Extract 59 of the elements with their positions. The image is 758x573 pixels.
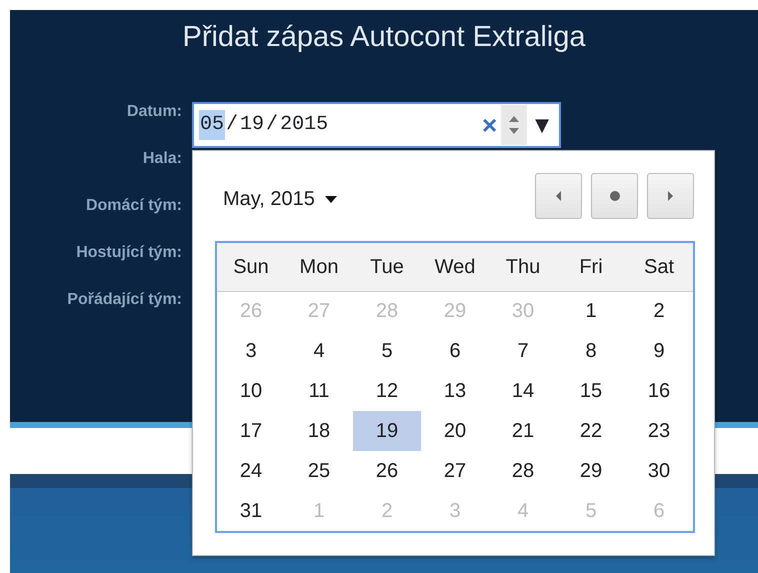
date-segment[interactable]: /	[265, 110, 280, 140]
day-cell[interactable]: 19	[353, 411, 421, 451]
day-cell[interactable]: 26	[353, 451, 421, 491]
weekday-header: Mon	[285, 243, 353, 291]
day-cell[interactable]: 20	[421, 411, 489, 451]
day-cell[interactable]: 8	[557, 331, 625, 371]
day-cell[interactable]: 30	[625, 451, 693, 491]
weekday-header: Sun	[217, 243, 285, 291]
page-title: Přidat zápas Autocont Extraliga	[181, 20, 586, 55]
field-label: Hostující tým:	[75, 242, 182, 262]
day-cell[interactable]: 28	[489, 451, 557, 491]
day-cell[interactable]: 14	[489, 371, 557, 411]
day-cell[interactable]: 13	[421, 371, 489, 411]
day-cell[interactable]: 29	[557, 451, 625, 491]
date-segment[interactable]: /	[225, 110, 240, 140]
right-triangle-icon	[668, 191, 673, 201]
day-cell[interactable]: 7	[489, 331, 557, 371]
field-label: Hala:	[142, 148, 182, 168]
day-cell[interactable]: 9	[625, 331, 693, 371]
day-cell[interactable]: 4	[285, 331, 353, 371]
dropdown-button[interactable]: ▼	[535, 112, 549, 138]
day-cell[interactable]: 12	[353, 371, 421, 411]
dot-icon	[610, 191, 620, 201]
day-cell[interactable]: 31	[217, 491, 285, 531]
day-cell[interactable]: 16	[625, 371, 693, 411]
day-cell[interactable]: 23	[625, 411, 693, 451]
day-cell[interactable]: 17	[217, 411, 285, 451]
date-segment[interactable]: 2015	[279, 110, 330, 140]
day-cell[interactable]: 25	[285, 451, 353, 491]
clear-button[interactable]: ×	[482, 112, 498, 138]
month-selector[interactable]: May, 2015	[223, 184, 337, 214]
day-cell[interactable]: 15	[557, 371, 625, 411]
day-cell[interactable]: 21	[489, 411, 557, 451]
day-cell[interactable]: 24	[217, 451, 285, 491]
field-label: Pořádající tým:	[66, 290, 182, 310]
day-cell[interactable]: 27	[421, 451, 489, 491]
date-segment[interactable]: 05	[199, 110, 226, 140]
field-label: Domácí tým:	[84, 196, 182, 216]
weekday-header: Sat	[625, 243, 693, 291]
spin-button[interactable]	[501, 105, 528, 145]
left-triangle-icon	[556, 191, 561, 201]
day-cell[interactable]: 1	[557, 291, 625, 331]
day-cell[interactable]: 11	[285, 371, 353, 411]
weekday-header: Tue	[353, 243, 421, 291]
day-cell[interactable]: 5	[353, 331, 421, 371]
field-label: Datum:	[126, 102, 182, 122]
day-cell[interactable]: 22	[557, 411, 625, 451]
caret-icon	[324, 196, 337, 202]
day-cell[interactable]: 10	[217, 371, 285, 411]
weekday-header: Thu	[489, 243, 557, 291]
weekday-header: Fri	[557, 243, 625, 291]
today-button[interactable]	[591, 173, 638, 219]
day-cell[interactable]: 6	[421, 331, 489, 371]
day-cell[interactable]: 18	[285, 411, 353, 451]
date-field[interactable]: 05/19/2015 × ▼	[192, 102, 561, 148]
day-cell[interactable]: 3	[217, 331, 285, 371]
day-cell[interactable]: 2	[625, 291, 693, 331]
weekday-header: Wed	[421, 243, 489, 291]
date-segment[interactable]: 19	[239, 110, 266, 140]
